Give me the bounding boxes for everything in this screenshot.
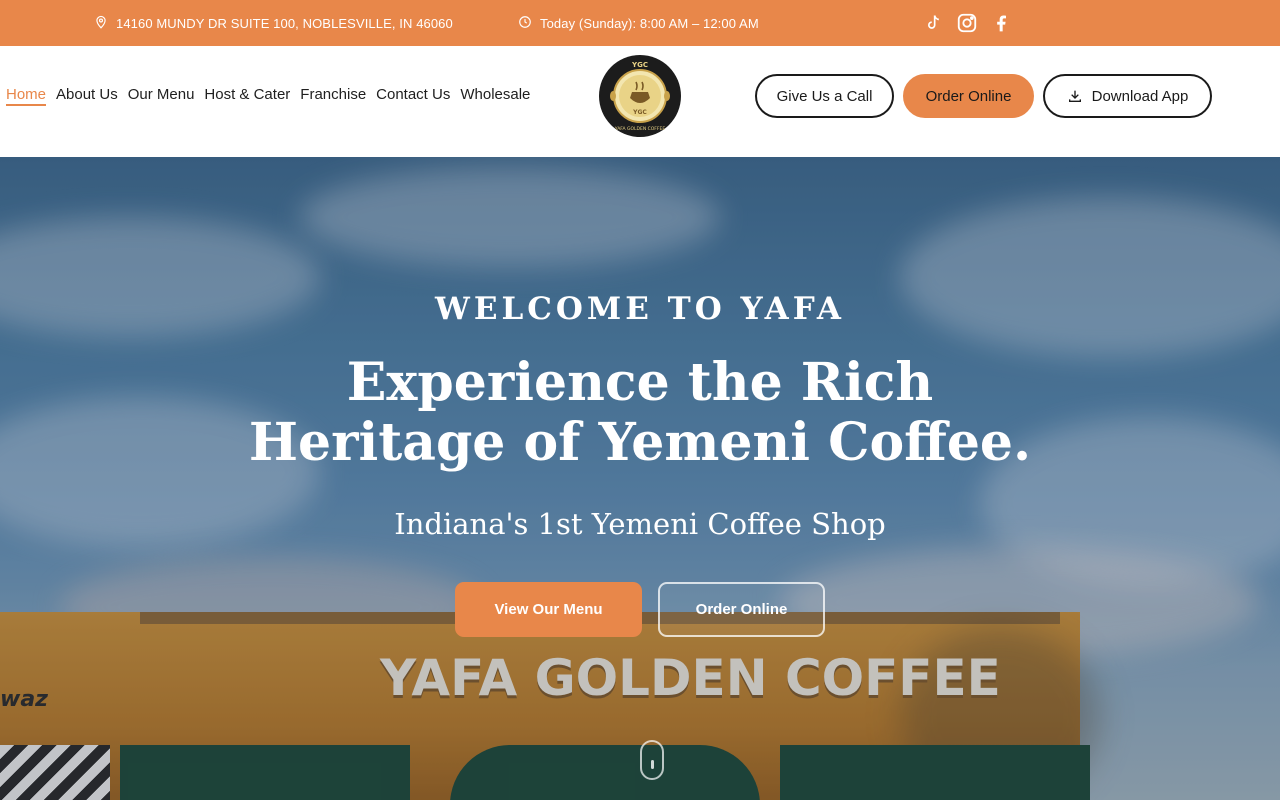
hero-content: WELCOME TO YAFA Experience the Rich Heri… <box>0 157 1280 800</box>
download-icon <box>1068 90 1081 102</box>
nav-wholesale[interactable]: Wholesale <box>460 86 530 106</box>
logo-top-text: YGC <box>631 61 648 69</box>
view-our-menu-button[interactable]: View Our Menu <box>455 582 642 637</box>
logo-mid-text: YGC <box>632 109 647 116</box>
download-app-label: Download App <box>1091 87 1189 105</box>
hero-headline-line-1: Experience the Rich <box>346 352 934 413</box>
hero-eyebrow: WELCOME TO YAFA <box>435 291 845 327</box>
address-info: 14160 MUNDY DR SUITE 100, NOBLESVILLE, I… <box>94 0 453 46</box>
order-online-button[interactable]: Order Online <box>903 74 1034 118</box>
tiktok-icon[interactable] <box>922 12 944 34</box>
location-pin-icon <box>94 15 116 32</box>
hero-headline: Experience the Rich Heritage of Yemeni C… <box>0 353 1280 473</box>
hero-headline-line-2: Heritage of Yemeni Coffee. <box>248 412 1032 473</box>
facebook-icon[interactable] <box>990 12 1012 34</box>
site-header: Home About Us Our Menu Host & Cater Fran… <box>0 46 1280 157</box>
hero-order-online-button[interactable]: Order Online <box>658 582 825 637</box>
nav-about-us[interactable]: About Us <box>56 86 118 106</box>
nav-host-cater[interactable]: Host & Cater <box>204 86 290 106</box>
hours-text: Today (Sunday): 8:00 AM – 12:00 AM <box>540 15 759 31</box>
hours-info: Today (Sunday): 8:00 AM – 12:00 AM <box>518 0 759 46</box>
main-nav: Home About Us Our Menu Host & Cater Fran… <box>6 46 530 146</box>
nav-franchise[interactable]: Franchise <box>300 86 366 106</box>
top-info-bar: 14160 MUNDY DR SUITE 100, NOBLESVILLE, I… <box>0 0 1280 46</box>
clock-icon <box>518 15 540 32</box>
header-actions: Give Us a Call Order Online Download App <box>755 74 1212 118</box>
scroll-indicator-icon[interactable] <box>640 740 664 780</box>
social-links <box>922 0 1012 46</box>
hero-section: YAFA GOLDEN COFFEE waz WELCOME TO YAFA E… <box>0 157 1280 800</box>
nav-home[interactable]: Home <box>6 86 47 106</box>
nav-contact-us[interactable]: Contact Us <box>376 86 450 106</box>
address-text: 14160 MUNDY DR SUITE 100, NOBLESVILLE, I… <box>116 15 453 31</box>
nav-our-menu[interactable]: Our Menu <box>128 86 195 106</box>
site-logo[interactable]: YGC YGC YAFA GOLDEN COFFEE <box>599 55 681 137</box>
download-app-button[interactable]: Download App <box>1043 74 1212 118</box>
hero-subheadline: Indiana's 1st Yemeni Coffee Shop <box>394 507 886 541</box>
logo-ring-text: YAFA GOLDEN COFFEE <box>614 126 666 132</box>
give-us-a-call-button[interactable]: Give Us a Call <box>755 74 894 118</box>
instagram-icon[interactable] <box>956 12 978 34</box>
